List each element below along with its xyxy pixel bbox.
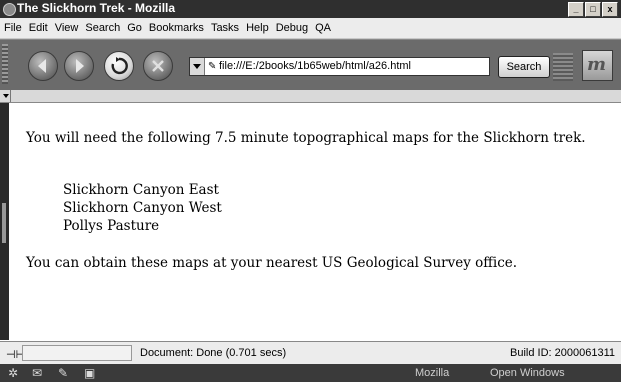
url-input[interactable] [219, 59, 487, 73]
reload-icon [111, 57, 128, 75]
reload-button[interactable] [104, 51, 134, 81]
build-id: Build ID: 2000061311 [510, 347, 615, 359]
tab-collapse-icon[interactable] [3, 94, 9, 98]
menu-view[interactable]: View [55, 22, 79, 34]
document-content: You will need the following 7.5 minute t… [9, 103, 621, 340]
stop-button[interactable] [143, 51, 173, 81]
menu-help[interactable]: Help [246, 22, 269, 34]
mozilla-throbber[interactable]: m [582, 50, 613, 81]
map-list: Slickhorn Canyon East Slickhorn Canyon W… [63, 181, 222, 235]
component-bar: ✲ ✉ ✎ ▣ Mozilla Open Windows [0, 364, 621, 382]
map-item: Slickhorn Canyon West [63, 200, 222, 216]
menu-debug[interactable]: Debug [276, 22, 308, 34]
mozilla-label: Mozilla [415, 367, 450, 379]
tab-divider [10, 90, 11, 102]
menu-tasks[interactable]: Tasks [211, 22, 239, 34]
status-text: Document: Done (0.701 secs) [140, 347, 287, 359]
menu-search[interactable]: Search [85, 22, 120, 34]
composer-icon[interactable]: ✎ [58, 366, 68, 380]
map-item: Pollys Pasture [63, 218, 160, 234]
menu-bar: File Edit View Search Go Bookmarks Tasks… [0, 18, 621, 39]
throbber-logo-icon: m [587, 54, 607, 75]
close-button[interactable]: x [602, 2, 618, 17]
mozilla-app-icon [3, 3, 16, 16]
address-book-icon[interactable]: ▣ [84, 366, 95, 380]
map-item: Slickhorn Canyon East [63, 182, 219, 198]
navigator-icon[interactable]: ✲ [8, 366, 18, 380]
forward-button[interactable] [64, 51, 94, 81]
stop-icon [152, 60, 164, 72]
outro-paragraph: You can obtain these maps at your neares… [26, 255, 518, 271]
page-icon: ✎ [208, 61, 217, 72]
toolbar-grip[interactable] [2, 44, 8, 84]
progress-meter [22, 345, 132, 361]
minimize-button[interactable]: _ [568, 2, 584, 17]
sidebar-tab-strip [0, 90, 621, 103]
menu-edit[interactable]: Edit [29, 22, 48, 34]
toolbar-grill [553, 53, 573, 81]
open-windows-label[interactable]: Open Windows [490, 367, 565, 379]
menu-bookmarks[interactable]: Bookmarks [149, 22, 204, 34]
mail-icon[interactable]: ✉ [32, 366, 42, 380]
menu-file[interactable]: File [4, 22, 22, 34]
maximize-button[interactable]: □ [585, 2, 601, 17]
forward-arrow-icon [76, 59, 84, 73]
search-button[interactable]: Search [498, 56, 550, 78]
back-button[interactable] [28, 51, 58, 81]
sidebar-collapsed[interactable] [0, 103, 9, 340]
navigation-toolbar: ✎ Search m [0, 39, 621, 91]
sidebar-handle[interactable] [2, 203, 6, 243]
window-title: The Slickhorn Trek - Mozilla [17, 1, 176, 15]
intro-paragraph: You will need the following 7.5 minute t… [26, 130, 586, 146]
status-bar: ⊣⊢ Document: Done (0.701 secs) Build ID:… [0, 341, 621, 365]
window-controls: _ □ x [568, 2, 618, 17]
menu-qa[interactable]: QA [315, 22, 331, 34]
title-bar: The Slickhorn Trek - Mozilla _ □ x [0, 0, 621, 18]
menu-go[interactable]: Go [127, 22, 142, 34]
back-arrow-icon [38, 59, 46, 73]
url-bar[interactable]: ✎ [189, 57, 490, 76]
url-history-dropdown-icon[interactable] [190, 58, 205, 75]
